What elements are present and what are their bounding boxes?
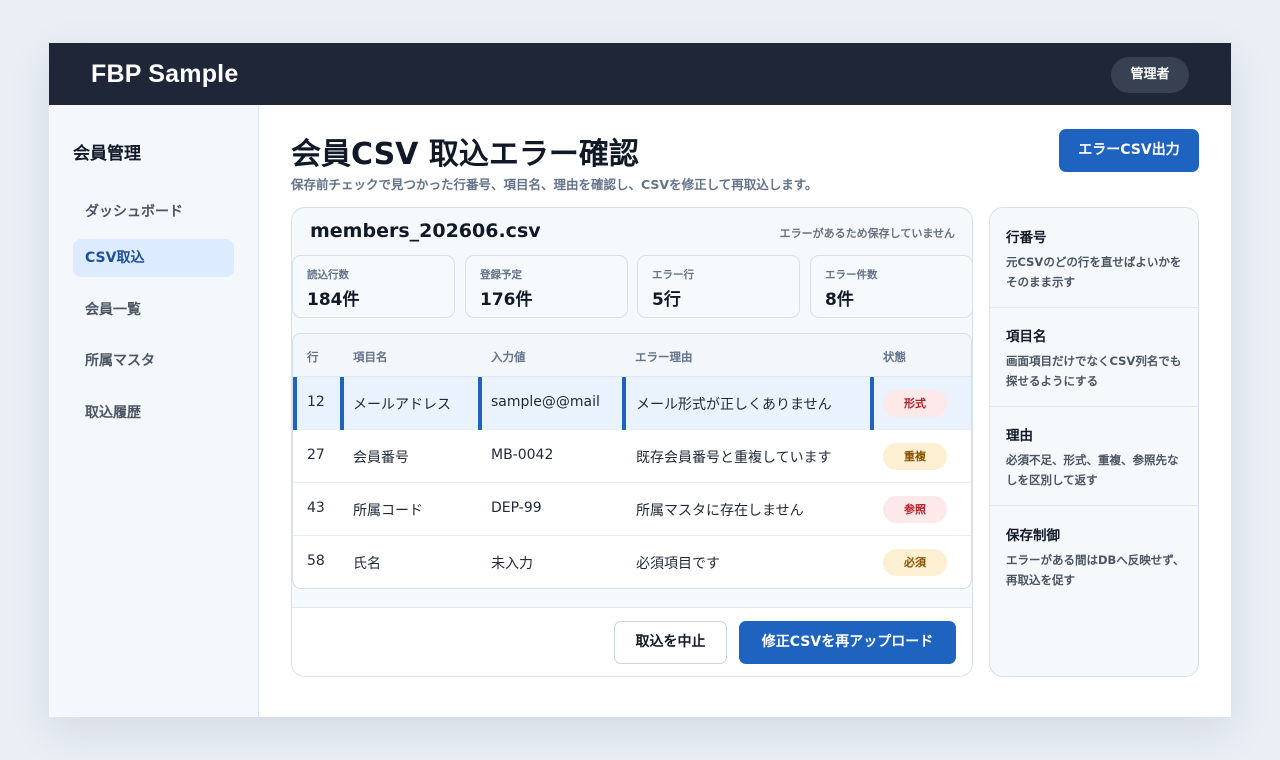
selection-indicator bbox=[478, 377, 482, 430]
column-header-reason: エラー理由 bbox=[635, 350, 693, 364]
help-description: 必須不足、形式、重複、参照先なしを区別して返す bbox=[1006, 453, 1179, 487]
stat-value: 184件 bbox=[307, 290, 360, 310]
cell-value: 未入力 bbox=[491, 556, 533, 572]
cell-reason: メール形式が正しくありません bbox=[636, 397, 832, 413]
stat-value: 8件 bbox=[825, 290, 854, 310]
stat-value: 5行 bbox=[652, 290, 681, 310]
help-item: 理由 必須不足、形式、重複、参照先なしを区別して返す bbox=[990, 406, 1198, 506]
import-result-card: members_202606.csv エラーがあるため保存していません 読込行数… bbox=[291, 207, 973, 677]
card-footer: 取込を中止 修正CSVを再アップロード bbox=[292, 607, 972, 676]
help-title: 保存制御 bbox=[1006, 528, 1060, 544]
help-description: エラーがある間はDBへ反映せず、再取込を促す bbox=[1006, 553, 1185, 587]
table-row[interactable]: 43 所属コード DEP-99 所属マスタに存在しません 参照 bbox=[293, 483, 971, 536]
help-description: 画面項目だけでなくCSV列名でも探せるようにする bbox=[1006, 354, 1182, 388]
help-title: 行番号 bbox=[1006, 230, 1047, 246]
cell-value: DEP-99 bbox=[491, 500, 542, 516]
table-row[interactable]: 12 メールアドレス sample@@mail メール形式が正しくありません 形… bbox=[293, 377, 971, 430]
reupload-csv-button[interactable]: 修正CSVを再アップロード bbox=[739, 621, 956, 664]
table-row[interactable]: 58 氏名 未入力 必須項目です 必須 bbox=[293, 536, 971, 588]
stat-card: 読込行数 184件 bbox=[292, 255, 455, 318]
selection-indicator bbox=[622, 377, 626, 430]
cell-row-number: 27 bbox=[307, 447, 325, 463]
cell-field: 所属コード bbox=[353, 503, 423, 519]
help-description: 元CSVのどの行を直せばよいかをそのまま示す bbox=[1006, 255, 1182, 289]
status-badge: 必須 bbox=[883, 549, 947, 576]
page-title: 会員CSV 取込エラー確認 bbox=[291, 137, 639, 172]
help-item: 保存制御 エラーがある間はDBへ反映せず、再取込を促す bbox=[990, 506, 1198, 606]
selection-indicator bbox=[340, 377, 344, 430]
export-error-csv-button[interactable]: エラーCSV出力 bbox=[1059, 129, 1199, 172]
stat-card: エラー行 5行 bbox=[637, 255, 800, 318]
help-title: 項目名 bbox=[1006, 329, 1047, 345]
sidebar-item-dashboard[interactable]: ダッシュボード bbox=[73, 193, 234, 231]
stat-card: エラー件数 8件 bbox=[810, 255, 972, 318]
table-row[interactable]: 27 会員番号 MB-0042 既存会員番号と重複しています 重複 bbox=[293, 430, 971, 483]
sidebar-item-import-history[interactable]: 取込履歴 bbox=[73, 394, 234, 432]
cancel-import-button[interactable]: 取込を中止 bbox=[614, 621, 727, 664]
cell-row-number: 43 bbox=[307, 500, 325, 516]
column-header-field: 項目名 bbox=[353, 350, 388, 364]
cell-row-number: 58 bbox=[307, 553, 325, 569]
sidebar: 会員管理 ダッシュボード CSV取込 会員一覧 所属マスタ 取込履歴 bbox=[49, 105, 259, 717]
table-header: 行 項目名 入力値 エラー理由 状態 bbox=[293, 334, 971, 377]
cell-field: 氏名 bbox=[353, 556, 381, 572]
cell-reason: 必須項目です bbox=[636, 556, 720, 572]
help-item: 項目名 画面項目だけでなくCSV列名でも探せるようにする bbox=[990, 307, 1198, 407]
stat-label: 読込行数 bbox=[307, 269, 349, 281]
cell-field: 会員番号 bbox=[353, 450, 409, 466]
stat-value: 176件 bbox=[480, 290, 533, 310]
column-header-status: 状態 bbox=[883, 350, 906, 364]
cell-row-number: 12 bbox=[307, 394, 325, 410]
sidebar-title: 会員管理 bbox=[73, 144, 141, 164]
top-bar: FBP Sample 管理者 bbox=[49, 43, 1231, 105]
help-item: 行番号 元CSVのどの行を直せばよいかをそのまま示す bbox=[990, 208, 1198, 308]
cell-reason: 既存会員番号と重複しています bbox=[636, 450, 832, 466]
cell-value: MB-0042 bbox=[491, 447, 554, 463]
cell-field: メールアドレス bbox=[353, 397, 451, 413]
stat-label: エラー行 bbox=[652, 269, 694, 281]
sidebar-item-member-list[interactable]: 会員一覧 bbox=[73, 291, 234, 329]
brand-logo[interactable]: FBP Sample bbox=[91, 60, 238, 89]
sidebar-item-affiliation-master[interactable]: 所属マスタ bbox=[73, 342, 234, 380]
page-subtitle: 保存前チェックで見つかった行番号、項目名、理由を確認し、CSVを修正して再取込し… bbox=[291, 177, 818, 192]
sidebar-item-csv-import[interactable]: CSV取込 bbox=[73, 239, 234, 277]
error-table: 行 項目名 入力値 エラー理由 状態 12 メールアドレス sample@@ma… bbox=[292, 333, 972, 589]
selection-indicator bbox=[870, 377, 874, 430]
status-badge: 参照 bbox=[883, 496, 947, 523]
cell-reason: 所属マスタに存在しません bbox=[636, 503, 804, 519]
column-header-row: 行 bbox=[307, 350, 319, 364]
help-panel: 行番号 元CSVのどの行を直せばよいかをそのまま示す 項目名 画面項目だけでなく… bbox=[989, 207, 1199, 677]
stat-card: 登録予定 176件 bbox=[465, 255, 628, 318]
column-header-value: 入力値 bbox=[491, 350, 526, 364]
help-title: 理由 bbox=[1006, 428, 1033, 444]
cell-value: sample@@mail bbox=[491, 394, 600, 410]
stat-label: 登録予定 bbox=[480, 269, 522, 281]
stat-label: エラー件数 bbox=[825, 269, 878, 281]
status-badge: 形式 bbox=[883, 390, 947, 417]
selection-indicator bbox=[293, 377, 297, 430]
user-role-badge[interactable]: 管理者 bbox=[1111, 57, 1189, 93]
save-status-note: エラーがあるため保存していません bbox=[779, 227, 955, 240]
file-name: members_202606.csv bbox=[310, 220, 541, 242]
status-badge: 重複 bbox=[883, 443, 947, 470]
app-window: FBP Sample 管理者 会員管理 ダッシュボード CSV取込 会員一覧 所… bbox=[49, 43, 1231, 717]
